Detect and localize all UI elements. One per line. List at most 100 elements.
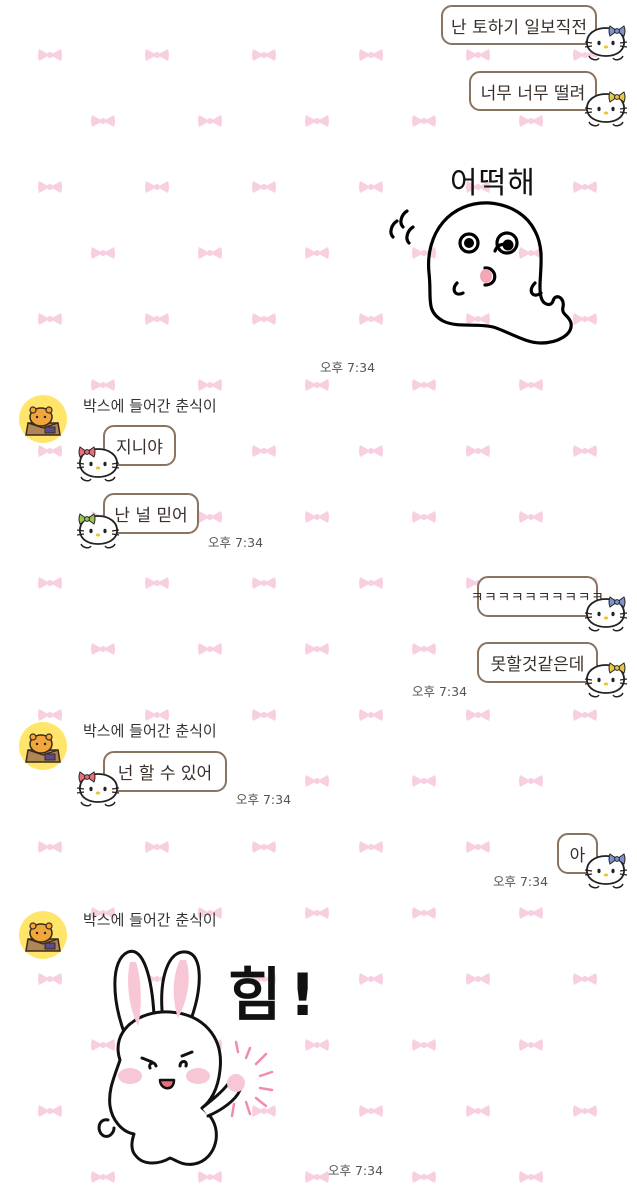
- hello-kitty-icon: [76, 513, 120, 549]
- message-text: 넌 할 수 있어: [117, 764, 213, 784]
- pink-bow-icon: [91, 115, 115, 127]
- pink-bow-icon: [519, 379, 543, 391]
- pink-bow-icon: [305, 907, 329, 919]
- pink-bow-icon: [38, 577, 62, 589]
- message-timestamp: 오후 7:34: [236, 792, 292, 807]
- pink-bow-icon: [466, 973, 490, 985]
- message-timestamp: 오후 7:34: [493, 874, 549, 889]
- pink-bow-icon: [91, 643, 115, 655]
- pink-bow-icon: [38, 445, 62, 457]
- pink-bow-icon: [252, 841, 276, 853]
- pink-bow-icon: [198, 379, 222, 391]
- bunny-cheer-sticker[interactable]: [90, 940, 290, 1180]
- bear-in-box-avatar-icon[interactable]: [19, 911, 67, 959]
- pink-bow-icon: [519, 115, 543, 127]
- pink-bow-icon: [412, 1039, 436, 1051]
- message-bubble-sent[interactable]: 난 토하기 일보직전: [441, 5, 597, 45]
- hello-kitty-icon: [76, 771, 120, 807]
- message-bubble-received[interactable]: 넌 할 수 있어: [103, 751, 227, 792]
- pink-bow-icon: [412, 907, 436, 919]
- pink-bow-icon: [252, 313, 276, 325]
- pink-bow-icon: [38, 1105, 62, 1117]
- message-timestamp: 오후 7:34: [412, 684, 468, 699]
- pink-bow-icon: [145, 841, 169, 853]
- pink-bow-icon: [198, 247, 222, 259]
- pink-bow-icon: [519, 907, 543, 919]
- pink-bow-icon: [305, 643, 329, 655]
- pink-bow-icon: [412, 775, 436, 787]
- pink-bow-icon: [38, 313, 62, 325]
- pink-bow-icon: [519, 775, 543, 787]
- pink-bow-icon: [305, 247, 329, 259]
- pink-bow-icon: [305, 1171, 329, 1183]
- message-text: 지니야: [116, 438, 163, 458]
- pink-bow-icon: [466, 49, 490, 61]
- message-text: 너무 너무 떨려: [480, 83, 586, 104]
- pink-bow-icon: [145, 577, 169, 589]
- pink-bow-icon: [91, 247, 115, 259]
- pink-bow-icon: [573, 1105, 597, 1117]
- pink-bow-icon: [252, 181, 276, 193]
- pink-bow-icon: [466, 841, 490, 853]
- pink-bow-icon: [38, 709, 62, 721]
- pink-bow-icon: [519, 1039, 543, 1051]
- hello-kitty-icon: [584, 662, 628, 698]
- pink-bow-icon: [252, 445, 276, 457]
- message-timestamp: 오후 7:34: [208, 535, 264, 550]
- pink-bow-icon: [359, 49, 383, 61]
- pink-bow-icon: [252, 709, 276, 721]
- message-timestamp: 오후 7:34: [320, 360, 376, 375]
- pink-bow-icon: [359, 445, 383, 457]
- pink-bow-icon: [38, 841, 62, 853]
- sender-name: 박스에 들어간 춘식이: [83, 397, 217, 415]
- pink-bow-icon: [359, 841, 383, 853]
- hello-kitty-icon: [584, 91, 628, 127]
- hello-kitty-icon: [584, 596, 628, 632]
- pink-bow-icon: [412, 115, 436, 127]
- pink-bow-icon: [198, 115, 222, 127]
- sender-name: 박스에 들어간 춘식이: [83, 911, 217, 929]
- pink-bow-icon: [573, 181, 597, 193]
- message-bubble-sent[interactable]: ㅋㅋㅋㅋㅋㅋㅋㅋㅋㅋ: [471, 576, 604, 617]
- pink-bow-icon: [359, 181, 383, 193]
- pink-bow-icon: [198, 511, 222, 523]
- message-text: 난 널 믿어: [114, 506, 188, 526]
- bear-in-box-avatar-icon[interactable]: [19, 722, 67, 770]
- pink-bow-icon: [359, 709, 383, 721]
- pink-bow-icon: [466, 445, 490, 457]
- pink-bow-icon: [198, 643, 222, 655]
- message-text: 난 토하기 일보직전: [451, 17, 587, 38]
- bear-in-box-avatar-icon[interactable]: [19, 395, 67, 443]
- pink-bow-icon: [466, 1105, 490, 1117]
- pink-bow-icon: [305, 775, 329, 787]
- pink-bow-icon: [412, 511, 436, 523]
- pink-bow-icon: [573, 973, 597, 985]
- pink-bow-icon: [359, 973, 383, 985]
- pink-bow-icon: [359, 1105, 383, 1117]
- pink-bow-icon: [412, 643, 436, 655]
- pink-bow-icon: [519, 511, 543, 523]
- pink-bow-icon: [145, 181, 169, 193]
- pink-bow-icon: [573, 445, 597, 457]
- message-bubble-sent[interactable]: 너무 너무 떨려: [469, 71, 597, 111]
- pink-bow-icon: [38, 49, 62, 61]
- message-timestamp: 오후 7:34: [328, 1163, 384, 1178]
- hello-kitty-icon: [584, 25, 628, 61]
- pink-bow-icon: [145, 313, 169, 325]
- hello-kitty-icon: [584, 853, 628, 889]
- pink-bow-icon: [359, 313, 383, 325]
- pink-bow-icon: [412, 379, 436, 391]
- pink-bow-icon: [305, 115, 329, 127]
- pink-bow-icon: [91, 379, 115, 391]
- sender-name: 박스에 들어간 춘식이: [83, 722, 217, 740]
- pink-bow-icon: [305, 511, 329, 523]
- message-bubble-sent[interactable]: 못할것같은데: [477, 642, 598, 683]
- hello-kitty-icon: [76, 446, 120, 482]
- pink-bow-icon: [359, 577, 383, 589]
- pink-bow-icon: [252, 577, 276, 589]
- message-text: 못할것같은데: [490, 655, 585, 675]
- pink-bow-icon: [466, 709, 490, 721]
- pink-bow-icon: [38, 973, 62, 985]
- pink-bow-icon: [38, 181, 62, 193]
- ghost-worried-sticker[interactable]: [385, 193, 585, 363]
